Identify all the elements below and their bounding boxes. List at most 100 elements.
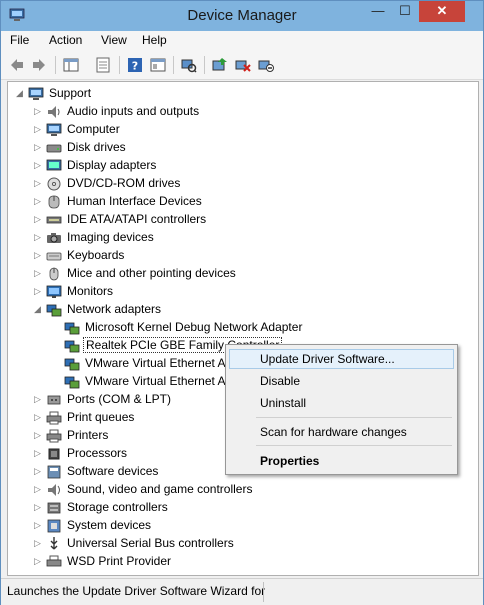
computer-icon: [46, 123, 62, 136]
collapsed-arrow-icon[interactable]: ▷: [34, 412, 42, 422]
no-arrow: [52, 322, 60, 332]
disable-label: Disable: [260, 374, 301, 388]
tree-item-label: Imaging devices: [67, 230, 154, 244]
uninstall-label: Uninstall: [260, 396, 307, 410]
display-icon: [46, 159, 62, 171]
tree-item-sound-video-game-controllers[interactable]: ▷ Sound, video and game controllers: [34, 481, 474, 499]
monitor-icon: [46, 285, 62, 298]
tree-item-storage-controllers[interactable]: ▷ Storage controllers: [34, 499, 474, 517]
sound-icon: [48, 484, 60, 496]
expanded-arrow-icon[interactable]: ◢: [16, 88, 24, 98]
collapsed-arrow-icon[interactable]: ▷: [34, 268, 42, 278]
tree-item-mice-pointing-devices[interactable]: ▷ Mice and other pointing devices: [34, 265, 474, 283]
collapsed-arrow-icon[interactable]: ▷: [34, 178, 42, 188]
tree-item-display-adapters[interactable]: ▷ Display adapters: [34, 157, 474, 175]
tree-item-label: DVD/CD-ROM drives: [67, 176, 181, 190]
close-button[interactable]: ✕: [419, 1, 465, 22]
collapsed-arrow-icon[interactable]: ▷: [34, 232, 42, 242]
uninstall-device-icon[interactable]: [235, 57, 251, 73]
toolbar-separator: [173, 56, 174, 74]
tree-item-ide-ata-atapi-controllers[interactable]: ▷ IDE ATA/ATAPI controllers: [34, 211, 474, 229]
title-bar[interactable]: Device Manager — ☐ ✕: [1, 1, 483, 31]
forward-arrow-icon[interactable]: [31, 57, 47, 73]
software-icon: [47, 465, 61, 479]
tree-item-label: WSD Print Provider: [67, 554, 172, 568]
tree-item-keyboards[interactable]: ▷ Keyboards: [34, 247, 474, 265]
uninstall-item[interactable]: Uninstall: [229, 393, 454, 413]
tree-item-imaging-devices[interactable]: ▷ Imaging devices: [34, 229, 474, 247]
tree-item-support[interactable]: ◢ Support: [16, 85, 456, 103]
collapsed-arrow-icon[interactable]: ▷: [34, 124, 42, 134]
menu-help[interactable]: Help: [142, 33, 167, 47]
tree-item-system-devices[interactable]: ▷ System devices: [34, 517, 474, 535]
mouse-icon: [49, 267, 59, 281]
collapsed-arrow-icon[interactable]: ▷: [34, 394, 42, 404]
collapsed-arrow-icon[interactable]: ▷: [34, 448, 42, 458]
tree-item-audio-inputs-outputs[interactable]: ▷ Audio inputs and outputs: [34, 103, 474, 121]
scan-hardware-icon[interactable]: [181, 57, 197, 73]
tree-item-disk-drives[interactable]: ▷ Disk drives: [34, 139, 474, 157]
menu-separator: [256, 445, 452, 446]
collapsed-arrow-icon[interactable]: ▷: [34, 538, 42, 548]
disable-device-icon[interactable]: [258, 57, 274, 73]
tree-item-label: VMware Virtual Ethernet A: [85, 374, 226, 388]
collapsed-arrow-icon[interactable]: ▷: [34, 484, 42, 494]
properties-label: Properties: [260, 454, 320, 468]
collapsed-arrow-icon[interactable]: ▷: [34, 160, 42, 170]
tree-item-human-interface-devices[interactable]: ▷ Human Interface Devices: [34, 193, 474, 211]
menu-view[interactable]: View: [101, 33, 127, 47]
collapsed-arrow-icon[interactable]: ▷: [34, 502, 42, 512]
update-driver-icon[interactable]: [212, 57, 228, 73]
view-icon[interactable]: [150, 57, 166, 73]
status-separator: [263, 582, 264, 602]
expanded-arrow-icon[interactable]: ◢: [34, 304, 42, 314]
tree-item-label: IDE ATA/ATAPI controllers: [67, 212, 207, 226]
scan-hardware-changes-item[interactable]: Scan for hardware changes: [229, 422, 454, 442]
update-driver-software-label: Update Driver Software...: [260, 352, 395, 366]
collapsed-arrow-icon[interactable]: ▷: [34, 466, 42, 476]
collapsed-arrow-icon[interactable]: ▷: [34, 250, 42, 260]
collapsed-arrow-icon[interactable]: ▷: [34, 106, 42, 116]
collapsed-arrow-icon[interactable]: ▷: [34, 142, 42, 152]
keyboard-icon: [46, 252, 62, 261]
tree-item-microsoft-kernel-debug-adapter[interactable]: Microsoft Kernel Debug Network Adapter: [52, 319, 478, 337]
toolbar: ?: [1, 51, 483, 80]
collapsed-arrow-icon[interactable]: ▷: [34, 520, 42, 530]
show-hide-tree-icon[interactable]: [63, 57, 79, 73]
no-arrow: [52, 376, 60, 386]
device-tree[interactable]: ◢ Support ▷ Audio inputs and outputs ▷ Comput…: [7, 81, 479, 576]
collapsed-arrow-icon[interactable]: ▷: [34, 430, 42, 440]
tree-item-label: Human Interface Devices: [67, 194, 202, 208]
tree-item-usb-controllers[interactable]: ▷ Universal Serial Bus controllers: [34, 535, 474, 553]
tree-item-wsd-print-provider[interactable]: ▷ WSD Print Provider: [34, 553, 474, 571]
wsd-icon: [46, 555, 62, 567]
tree-item-monitors[interactable]: ▷ Monitors: [34, 283, 474, 301]
update-driver-software-item[interactable]: Update Driver Software...: [229, 349, 454, 369]
hid-icon: [48, 195, 60, 209]
properties-icon[interactable]: [95, 57, 111, 73]
help-icon[interactable]: ?: [127, 57, 143, 73]
scan-hardware-changes-label: Scan for hardware changes: [260, 425, 407, 439]
tree-item-network-adapters[interactable]: ◢ Network adapters: [34, 301, 474, 319]
menu-file[interactable]: File: [10, 33, 29, 47]
collapsed-arrow-icon[interactable]: ▷: [34, 556, 42, 566]
minimize-button[interactable]: —: [365, 1, 391, 22]
collapsed-arrow-icon[interactable]: ▷: [34, 286, 42, 296]
tree-item-computer[interactable]: ▷ Computer: [34, 121, 474, 139]
tree-item-label: Display adapters: [67, 158, 157, 172]
port-icon: [47, 395, 61, 405]
properties-item[interactable]: Properties: [229, 451, 454, 471]
tree-item-dvd-cdrom-drives[interactable]: ▷ DVD/CD-ROM drives: [34, 175, 474, 193]
collapsed-arrow-icon[interactable]: ▷: [34, 214, 42, 224]
collapsed-arrow-icon[interactable]: ▷: [34, 196, 42, 206]
tree-item-label: Support: [49, 86, 92, 100]
printer-icon: [46, 411, 62, 425]
usb-icon: [50, 537, 58, 550]
maximize-button[interactable]: ☐: [392, 1, 418, 22]
status-bar: Launches the Update Driver Software Wiza…: [1, 578, 483, 605]
ide-icon: [46, 216, 62, 224]
disable-item[interactable]: Disable: [229, 371, 454, 391]
menu-action[interactable]: Action: [49, 33, 82, 47]
tree-item-label: Software devices: [67, 464, 159, 478]
back-arrow-icon[interactable]: [9, 57, 25, 73]
